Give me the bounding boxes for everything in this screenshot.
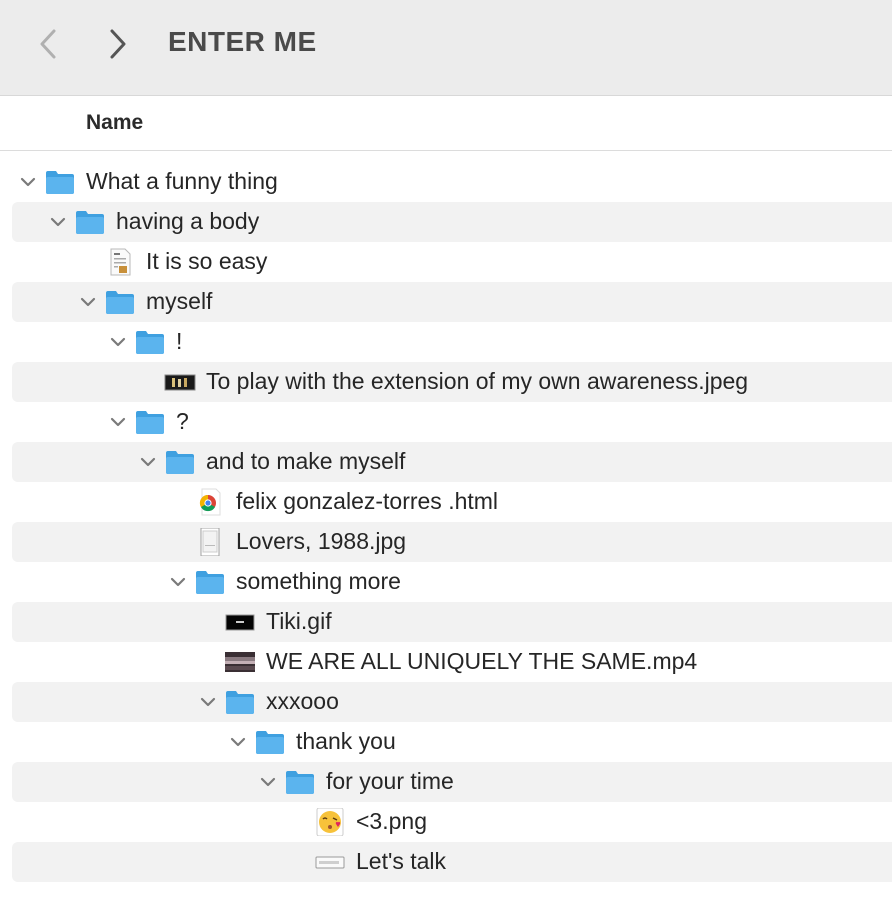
column-header-name[interactable]: Name [86,111,143,135]
chevron-down-icon[interactable] [78,292,98,312]
forward-button[interactable] [100,24,136,64]
list-item[interactable]: What a funny thing [12,162,892,202]
item-label: Let's talk [356,848,447,874]
list-item[interactable]: and to make myself [12,442,892,482]
folder-icon [46,171,74,194]
item-label: It is so easy [146,248,268,274]
list-item[interactable]: Let's talk [12,842,892,882]
chevron-down-icon[interactable] [198,692,218,712]
image-file-icon [200,528,220,556]
list-item[interactable]: WE ARE ALL UNIQUELY THE SAME.mp4 [12,642,892,682]
image-thumbnail-icon [164,374,196,391]
document-icon [110,248,131,276]
item-label: xxxooo [266,688,339,714]
kiss-emoji-icon [316,808,344,836]
folder-icon [256,731,284,754]
file-list: What a funny thing having a body It is s… [0,162,892,882]
list-item[interactable]: ! [12,322,892,362]
window-title: ENTER ME [168,26,317,57]
chevron-down-icon[interactable] [168,572,188,592]
item-label: thank you [296,728,396,754]
list-item[interactable]: Tiki.gif [12,602,892,642]
list-item[interactable]: myself [12,282,892,322]
item-label: Tiki.gif [266,608,332,634]
item-label: ! [176,328,183,354]
item-label: and to make myself [206,448,406,474]
list-item[interactable]: Lovers, 1988.jpg [12,522,892,562]
list-item[interactable]: xxxooo [12,682,892,722]
item-label: something more [236,568,401,594]
video-thumbnail-icon [225,652,255,672]
item-label: What a funny thing [86,168,278,194]
list-item[interactable]: ? [12,402,892,442]
list-item[interactable]: for your time [12,762,892,802]
item-label: Lovers, 1988.jpg [236,528,407,554]
list-item[interactable]: <3.png [12,802,892,842]
toolbar: ENTER ME [0,0,892,96]
folder-icon [196,571,224,594]
column-header[interactable]: Name [0,97,892,151]
item-label: myself [146,288,213,314]
item-label: having a body [116,208,260,234]
folder-icon [76,211,104,234]
chevron-left-icon [40,29,56,59]
list-item[interactable]: It is so easy [12,242,892,282]
folder-icon [286,771,314,794]
file-icon [315,856,345,869]
list-item[interactable]: thank you [12,722,892,762]
item-label: WE ARE ALL UNIQUELY THE SAME.mp4 [266,648,698,674]
chevron-down-icon[interactable] [258,772,278,792]
folder-icon [226,691,254,714]
chevron-down-icon[interactable] [228,732,248,752]
chevron-down-icon[interactable] [18,172,38,192]
chevron-down-icon[interactable] [48,212,68,232]
folder-icon [136,411,164,434]
chrome-html-icon [199,488,221,516]
list-item[interactable]: To play with the extension of my own awa… [12,362,892,402]
item-label: felix gonzalez-torres .html [236,488,499,514]
list-item[interactable]: something more [12,562,892,602]
chevron-right-icon [110,29,126,59]
list-item[interactable]: having a body [12,202,892,242]
item-label: for your time [326,768,454,794]
gif-thumbnail-icon [225,614,255,631]
chevron-down-icon[interactable] [138,452,158,472]
folder-icon [136,331,164,354]
back-button[interactable] [30,24,66,64]
list-item[interactable]: felix gonzalez-torres .html [12,482,892,522]
chevron-down-icon[interactable] [108,412,128,432]
folder-icon [166,451,194,474]
item-label: <3.png [356,808,427,834]
item-label: ? [176,408,189,434]
folder-icon [106,291,134,314]
item-label: To play with the extension of my own awa… [206,368,749,394]
chevron-down-icon[interactable] [108,332,128,352]
